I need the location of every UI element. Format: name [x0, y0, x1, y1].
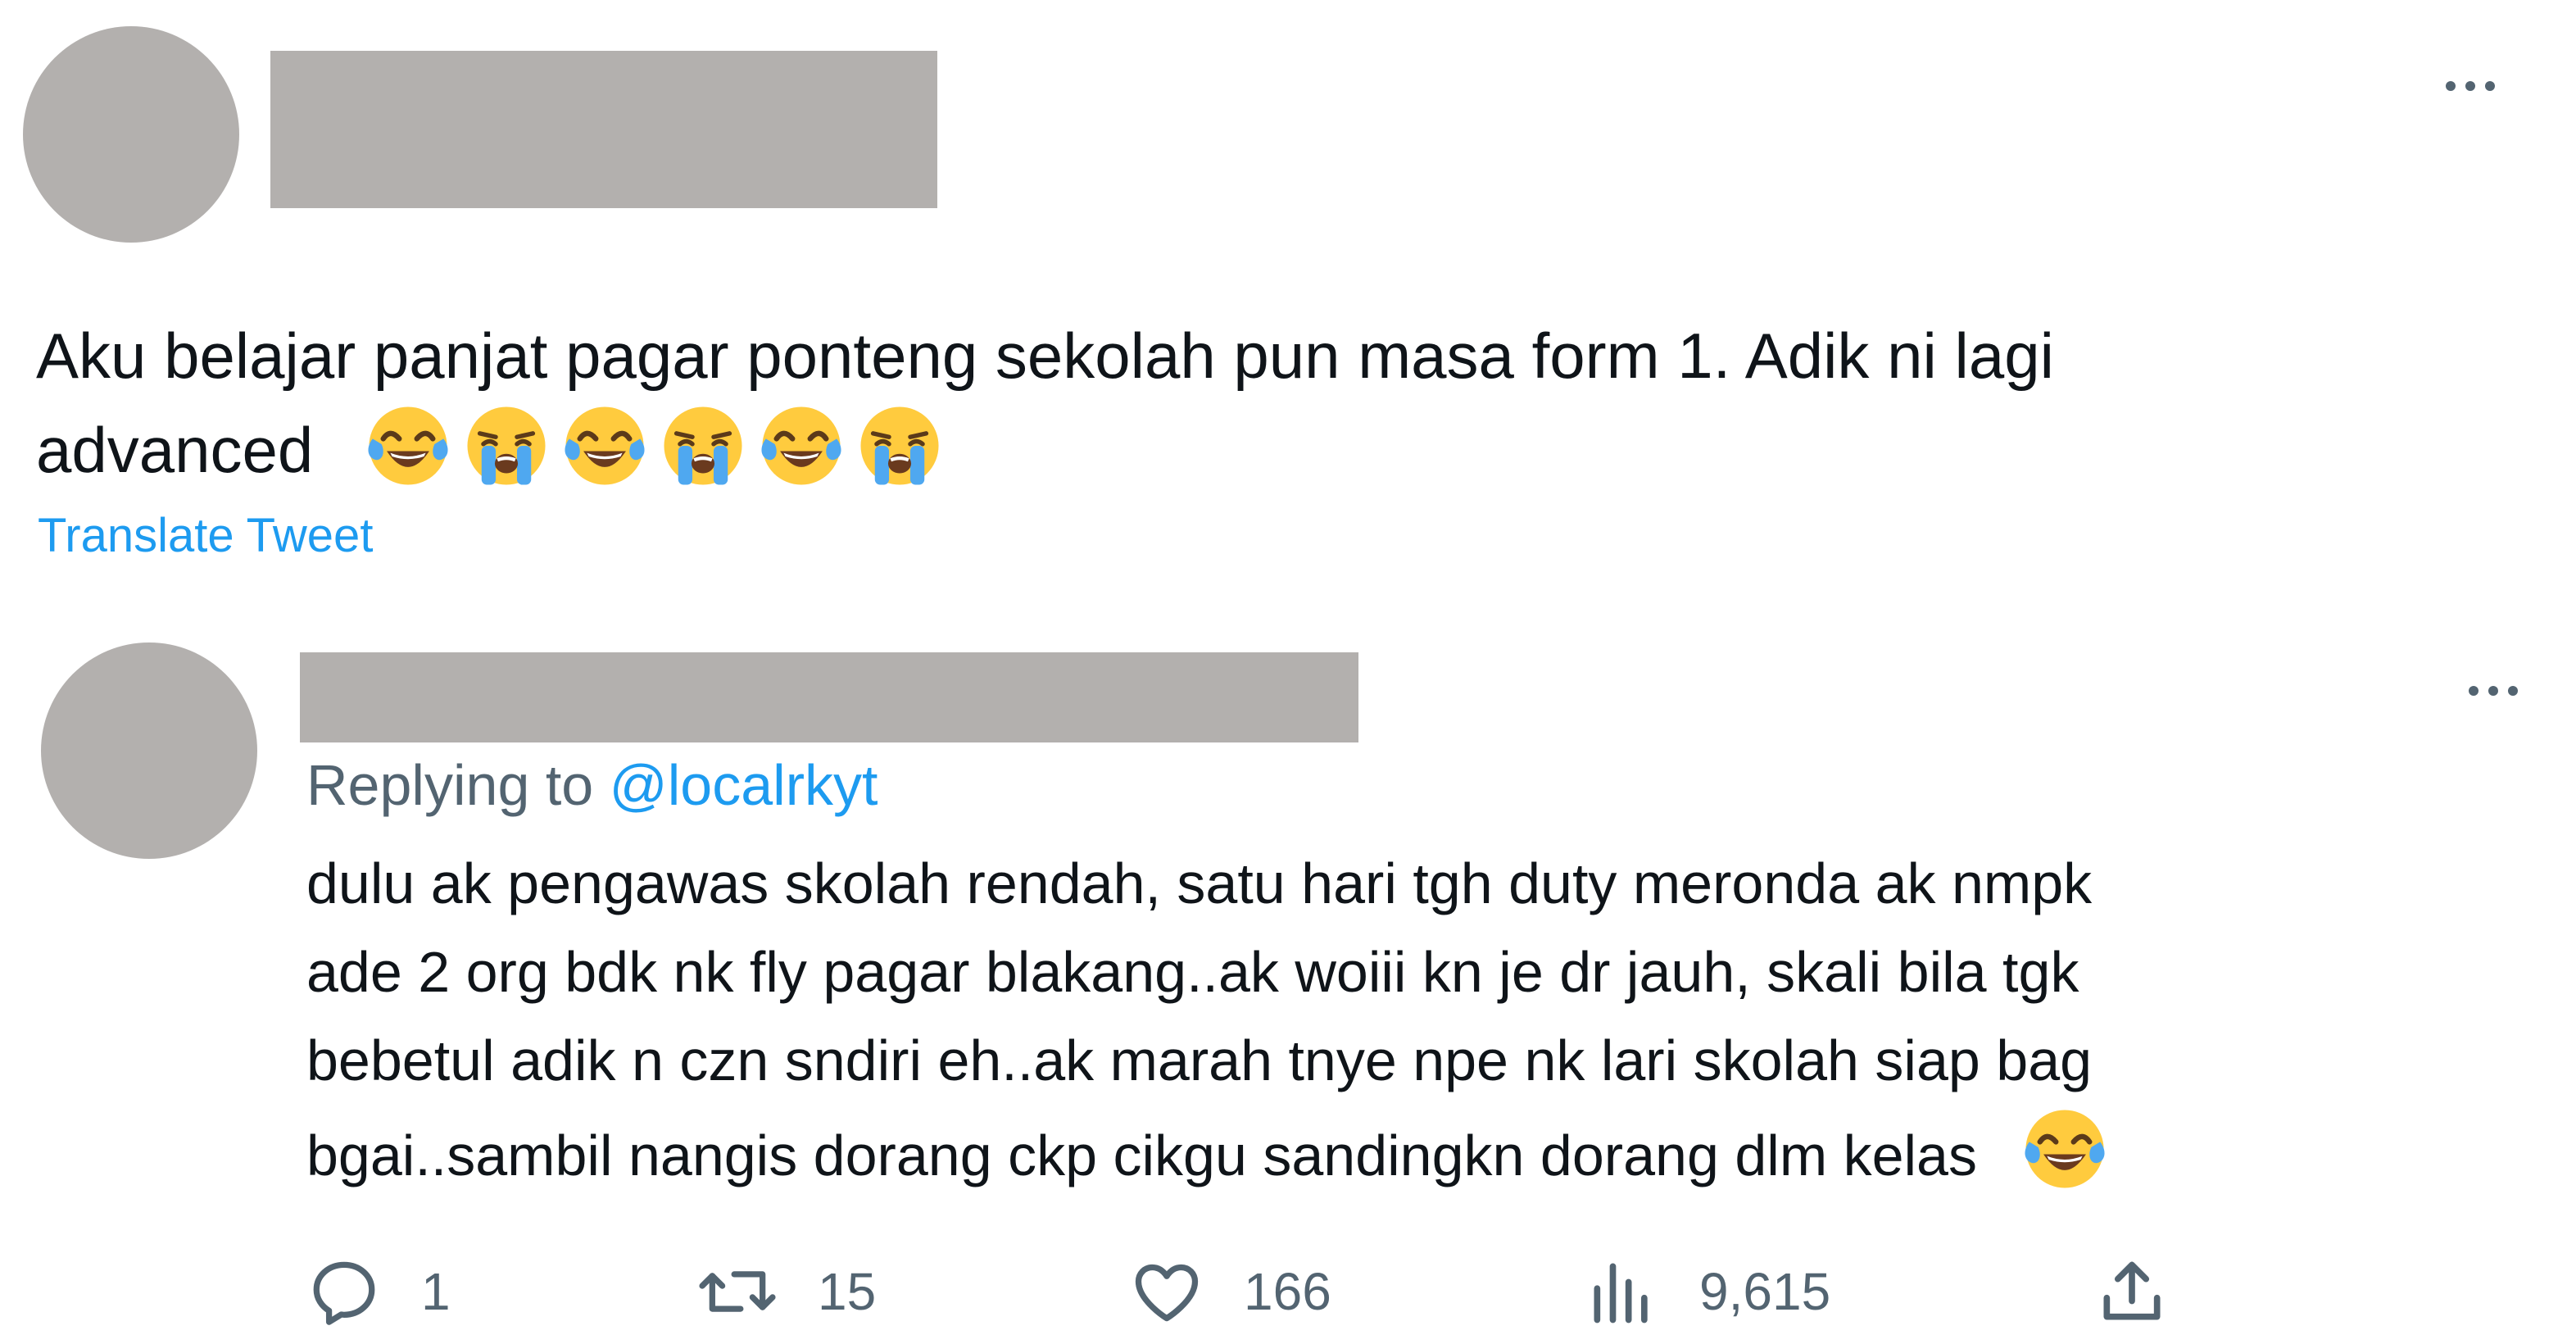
- face-with-tears-of-joy-icon: [2025, 1110, 2105, 1188]
- share-button[interactable]: [2094, 1254, 2170, 1329]
- emoji-row: [364, 406, 954, 486]
- face-with-tears-of-joy-icon: [761, 406, 841, 485]
- reply-text-line: bgai..sambil nangis dorang ckp cikgu san…: [306, 1124, 1977, 1187]
- face-with-tears-of-joy-icon: [565, 406, 645, 485]
- like-count: 166: [1244, 1262, 1331, 1321]
- tweet-text: Aku belajar panjat pagar ponteng sekolah…: [36, 311, 2054, 494]
- reply-text-line: ade 2 org bdk nk fly pagar blakang..ak w…: [306, 940, 2079, 1004]
- more-dot-icon: [2446, 81, 2456, 91]
- reply-text: dulu ak pengawas skolah rendah, satu har…: [306, 839, 2119, 1200]
- views-button[interactable]: 9,615: [1585, 1254, 1830, 1329]
- reply-text-line: bebetul adik n czn sndiri eh..ak marah t…: [306, 1028, 2093, 1092]
- views-icon: [1594, 1263, 1648, 1324]
- replying-to: Replying to @localrkyt: [306, 752, 878, 818]
- reply-button[interactable]: 1: [306, 1254, 451, 1329]
- reply-count: 1: [421, 1262, 451, 1321]
- tweet-text-line-2: advanced: [36, 402, 2054, 494]
- avatar[interactable]: [41, 642, 257, 859]
- views-count: 9,615: [1699, 1262, 1831, 1321]
- more-dot-icon: [2488, 686, 2498, 696]
- replying-handle-link[interactable]: @localrkyt: [610, 753, 878, 817]
- share-icon: [2103, 1261, 2161, 1320]
- retweet-icon: [699, 1271, 776, 1312]
- avatar[interactable]: [23, 26, 239, 243]
- more-dot-icon: [2508, 686, 2518, 696]
- more-dot-icon: [2465, 81, 2475, 91]
- reply-icon: [313, 1261, 375, 1325]
- loudly-crying-face-icon: [664, 406, 742, 485]
- retweet-button[interactable]: 15: [696, 1254, 876, 1329]
- reply-text-line: dulu ak pengawas skolah rendah, satu har…: [306, 851, 2093, 915]
- replying-prefix: Replying to: [306, 753, 594, 817]
- tweet-text-line: Aku belajar panjat pagar ponteng sekolah…: [36, 320, 2054, 392]
- heart-icon: [1135, 1264, 1199, 1322]
- more-options-button[interactable]: [2425, 66, 2515, 107]
- redacted-author-name: [270, 51, 937, 208]
- like-button[interactable]: 166: [1129, 1254, 1331, 1329]
- redacted-author-name: [300, 652, 1358, 742]
- more-options-button[interactable]: [2448, 670, 2538, 711]
- translate-tweet-link[interactable]: Translate Tweet: [38, 508, 373, 563]
- emoji-row: [2020, 1110, 2119, 1188]
- loudly-crying-face-icon: [467, 406, 546, 485]
- more-dot-icon: [2485, 81, 2495, 91]
- retweet-count: 15: [818, 1262, 877, 1321]
- loudly-crying-face-icon: [860, 406, 939, 485]
- face-with-tears-of-joy-icon: [368, 406, 448, 485]
- more-dot-icon: [2469, 686, 2478, 696]
- reply-text-line-last: bgai..sambil nangis dorang ckp cikgu san…: [306, 1105, 2119, 1200]
- tweet-text-line: advanced: [36, 414, 314, 486]
